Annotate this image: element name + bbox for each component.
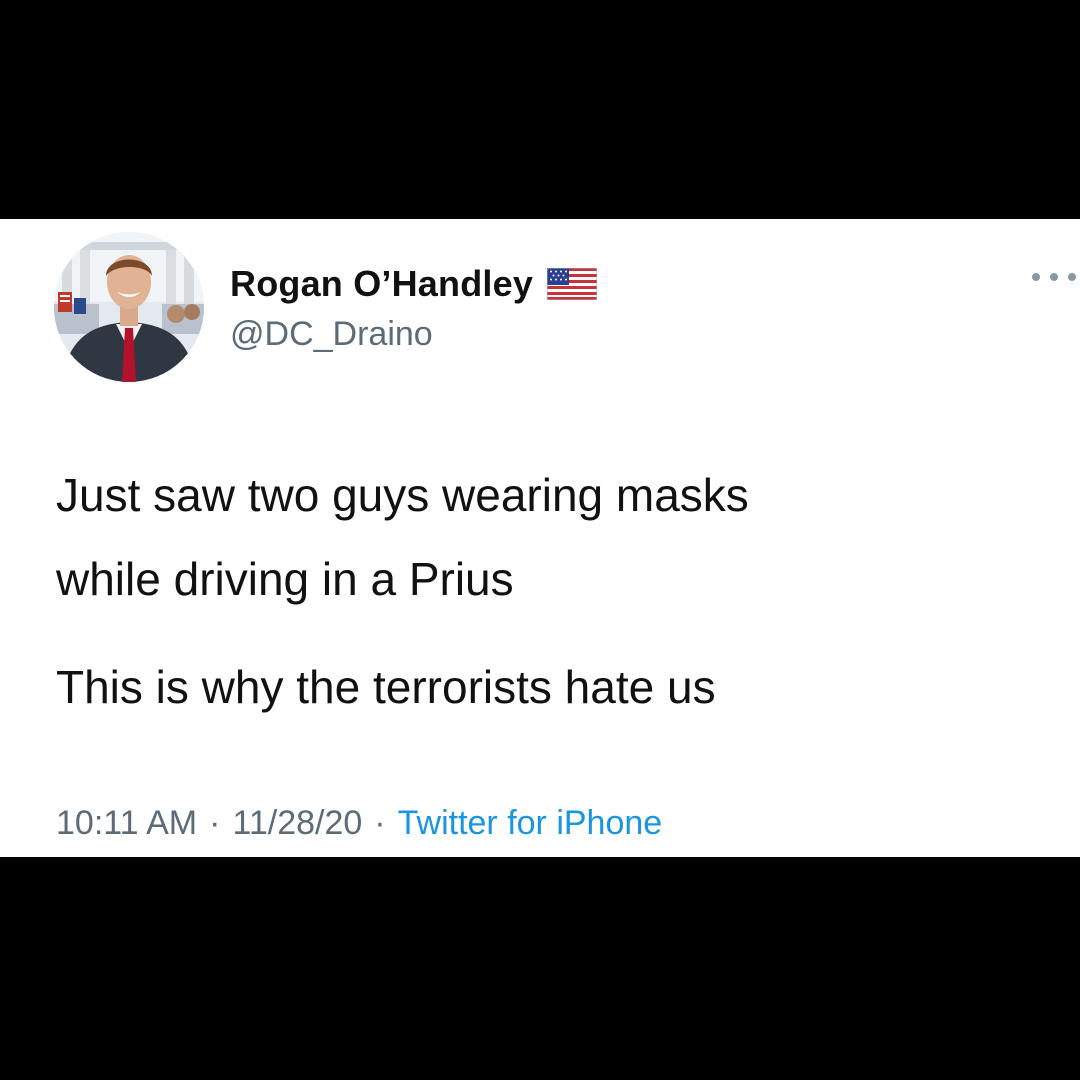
more-dot-icon [1050,273,1058,281]
meta-separator: · [374,804,386,842]
author-handle[interactable]: @DC_Draino [230,315,433,354]
tweet-text-line: Just saw two guys wearing masks [56,469,749,521]
tweet-text: Just saw two guys wearing masks while dr… [56,453,1046,729]
us-flag-icon [546,267,598,301]
author-name-row: Rogan O’Handley [230,261,598,307]
tweet-text-line: This is why the terrorists hate us [56,661,716,713]
meta-separator: · [209,804,221,842]
tweet-date[interactable]: 11/28/20 [232,804,362,842]
tweet-time[interactable]: 10:11 AM [56,804,197,842]
tweet-card: Rogan O’Handley @DC_Draino Just saw two … [0,219,1080,857]
more-options-icon[interactable] [1032,267,1076,287]
tweet-text-line: while driving in a Prius [56,553,514,605]
tweet-metadata: 10:11 AM · 11/28/20 · Twitter for iPhone [56,804,662,843]
more-dot-icon [1068,273,1076,281]
author-name[interactable]: Rogan O’Handley [230,263,533,305]
avatar-photo [54,232,204,382]
image-frame: Rogan O’Handley @DC_Draino Just saw two … [0,0,1080,1080]
avatar[interactable] [54,232,204,382]
tweet-source-link[interactable]: Twitter for iPhone [398,804,663,842]
more-dot-icon [1032,273,1040,281]
